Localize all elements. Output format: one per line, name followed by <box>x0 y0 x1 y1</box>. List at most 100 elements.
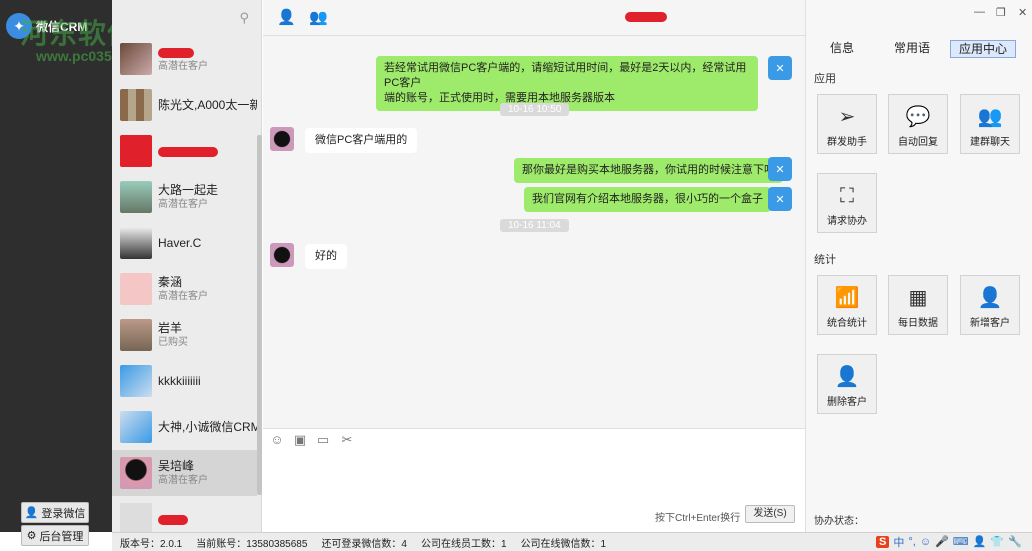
contact-avatar <box>270 127 294 151</box>
delete-customer-button[interactable]: 👤 删除客户 <box>817 354 877 414</box>
send-button[interactable]: 发送(S) <box>745 505 795 523</box>
login-wechat-button[interactable]: 👤 登录微信 <box>21 502 89 523</box>
ime-user-icon[interactable]: 👤 <box>973 535 987 548</box>
message-input[interactable] <box>263 451 805 507</box>
search-icon[interactable]: ⚲ <box>239 10 249 26</box>
chat-panel: 👤 👥 若经常试用微信PC客户端的，请缩短试用时间，最好是2天以内，经常试用PC… <box>263 0 805 532</box>
tab-phrases[interactable]: 常用语 <box>892 40 932 58</box>
contact-tag: 已购买 <box>158 337 188 348</box>
my-avatar: ✕ <box>768 157 792 181</box>
maximize-icon[interactable]: ❐ <box>996 6 1006 19</box>
group-icon: 👥 <box>977 106 1003 128</box>
right-panel: — ❐ ✕ 信息 常用语 应用中心 应用 ➢ 群发助手 💬 自动回复 👥 建群聊天 ⛶… <box>805 0 1032 532</box>
contact-name: 大神,小诚微信CRM,凝 <box>158 420 257 434</box>
add-user-icon: 👤 <box>977 287 1003 309</box>
close-icon[interactable]: ✕ <box>1018 6 1027 19</box>
image-icon[interactable]: ▣ <box>293 433 307 447</box>
contact-item[interactable]: 秦涵 高潜在客户 <box>112 266 257 312</box>
ime-toolbar[interactable]: S 中 °, ☺ 🎤 ⌨ 👤 👕 🔧 <box>872 532 1032 551</box>
timestamp: 10-16 10:50 <box>500 103 570 116</box>
message-bubble-received: 微信PC客户端用的 <box>305 128 418 153</box>
contact-item[interactable]: Haver.C <box>112 220 257 266</box>
avatar <box>120 273 152 305</box>
calendar-icon: ▦ <box>908 287 928 309</box>
contact-tag: 高潜在客户 <box>158 199 208 210</box>
ime-punct-icon[interactable]: °, <box>908 536 915 548</box>
ime-tool-icon[interactable]: 🔧 <box>1008 535 1022 548</box>
app-section-title: 应用 <box>814 73 836 85</box>
avatar <box>120 365 152 397</box>
avatar <box>120 135 152 167</box>
contact-name: 秦涵 <box>158 275 183 289</box>
bar-chart-icon: 📶 <box>834 287 860 309</box>
auto-reply-button[interactable]: 💬 自动回复 <box>888 94 948 154</box>
new-customer-button[interactable]: 👤 新增客户 <box>960 275 1020 335</box>
gear-icon: ⚙ <box>26 530 37 542</box>
ime-emoji-icon[interactable]: ☺ <box>920 536 931 548</box>
avatar <box>120 503 152 532</box>
my-avatar: ✕ <box>768 56 792 80</box>
message-bubble-received: 好的 <box>305 244 347 269</box>
contact-list: ⚲ 高潜在客户 陈光文,A000太一新能 大路一起走高潜在客户 Haver.C … <box>112 0 262 532</box>
redacted-name <box>158 146 218 157</box>
contact-item[interactable] <box>112 128 257 174</box>
timestamp: 10-16 11:04 <box>500 219 569 232</box>
remove-user-icon: 👤 <box>834 366 860 388</box>
contact-list-scrollbar[interactable] <box>257 135 262 495</box>
admin-button[interactable]: ⚙ 后台管理 <box>21 525 89 546</box>
account-text: 当前账号：13580385685 <box>196 538 308 550</box>
avatar <box>120 319 152 351</box>
avatar <box>120 457 152 489</box>
request-assist-button[interactable]: ⛶ 请求协办 <box>817 173 877 233</box>
contact-item[interactable]: 大路一起走高潜在客户 <box>112 174 257 220</box>
contact-item[interactable]: 高潜在客户 <box>112 36 257 82</box>
ime-logo-icon[interactable]: S <box>876 535 890 548</box>
contact-name: Haver.C <box>158 236 202 250</box>
tab-info[interactable]: 信息 <box>826 40 858 58</box>
contact-item[interactable] <box>112 496 257 532</box>
contact-item-selected[interactable]: 吴培峰 高潜在客户 <box>112 450 257 496</box>
contact-name: 陈光文,A000太一新能 <box>158 98 257 112</box>
redacted-chat-title <box>625 12 667 22</box>
online-wechat-text: 公司在线微信数：1 <box>520 538 607 550</box>
minimize-icon[interactable]: — <box>974 6 985 18</box>
contact-item[interactable]: 岩羊 已购买 <box>112 312 257 358</box>
folder-icon[interactable]: ▭ <box>316 433 330 447</box>
overall-stats-button[interactable]: 📶 统合统计 <box>817 275 877 335</box>
search-bar[interactable]: ⚲ <box>112 0 261 36</box>
chat-bubble-icon: 💬 <box>905 106 931 128</box>
contact-name: 大路一起走 <box>158 183 219 197</box>
contact-item[interactable]: 陈光文,A000太一新能 <box>112 82 257 128</box>
ime-chinese-icon[interactable]: 中 <box>893 534 904 550</box>
ime-shirt-icon[interactable]: 👕 <box>990 535 1004 548</box>
emoji-icon[interactable]: ☺ <box>270 433 284 447</box>
daily-data-button[interactable]: ▦ 每日数据 <box>888 275 948 335</box>
contact-name: 岩羊 <box>158 321 183 335</box>
message-bubble-sent: 我们官网有介绍本地服务器，很小巧的一个盒子 <box>524 187 771 212</box>
create-group-button[interactable]: 👥 建群聊天 <box>960 94 1020 154</box>
contact-tag: 高潜在客户 <box>158 291 208 302</box>
contact-item[interactable]: 大神,小诚微信CRM,凝 <box>112 404 257 450</box>
contact-tag: 高潜在客户 <box>158 475 208 486</box>
scissors-icon[interactable]: ✂ <box>340 433 354 447</box>
contact-item[interactable]: kkkkiiiiiii <box>112 358 257 404</box>
tab-app-center[interactable]: 应用中心 <box>950 40 1016 58</box>
app-window: ✦ 微信CRM 👤 登录微信 ⚙ 后台管理 河东软件园 www.pc0359.cn … <box>0 0 1032 551</box>
my-avatar: ✕ <box>768 187 792 211</box>
mass-send-button[interactable]: ➢ 群发助手 <box>817 94 877 154</box>
assist-icon: ⛶ <box>840 185 854 207</box>
person-icon[interactable]: 👤 <box>277 8 296 26</box>
version-text: 版本号：2.0.1 <box>120 538 183 550</box>
avatar <box>120 227 152 259</box>
avatar <box>120 181 152 213</box>
contact-name: 吴培峰 <box>158 459 195 473</box>
group-icon[interactable]: 👥 <box>309 8 328 26</box>
newline-hint: 按下Ctrl+Enter换行 <box>655 513 741 524</box>
chat-header: 👤 👥 <box>263 0 805 36</box>
contact-avatar <box>270 243 294 267</box>
assist-status: 协办状态： <box>814 516 864 527</box>
left-nav-bar: ✦ 微信CRM 👤 登录微信 ⚙ 后台管理 <box>0 0 112 546</box>
ime-mic-icon[interactable]: 🎤 <box>935 535 949 548</box>
message-area: 若经常试用微信PC客户端的，请缩短试用时间，最好是2天以内，经常试用PC客户 端… <box>263 36 805 428</box>
ime-keyboard-icon[interactable]: ⌨ <box>953 535 969 548</box>
